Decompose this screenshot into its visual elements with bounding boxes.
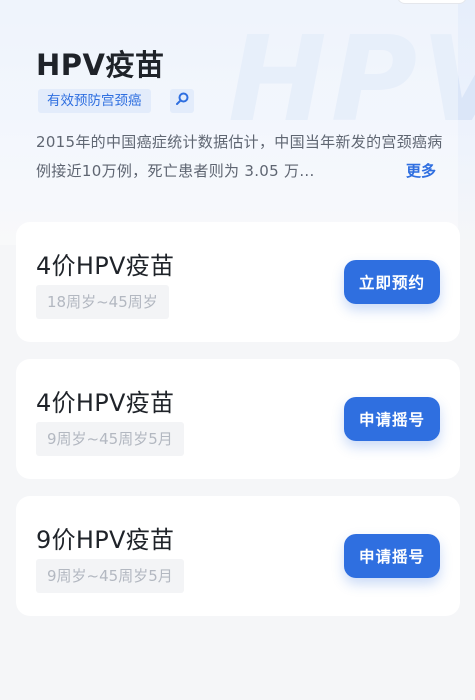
hero-card	[0, 0, 458, 245]
page-title: HPV疫苗	[36, 48, 165, 82]
description-text: 2015年的中国癌症统计数据估计，中国当年新发的宫颈癌病例接近10万例，死亡患者…	[36, 133, 443, 180]
age-range-badge: 9周岁~45周岁5月	[36, 422, 184, 456]
hero-section: HPV	[0, 0, 475, 245]
feature-tag: 有效预防宫颈癌	[38, 89, 151, 113]
vaccine-card: 4价HPV疫苗 18周岁~45周岁 立即预约	[16, 222, 460, 342]
vaccine-card: 9价HPV疫苗 9周岁~45周岁5月 申请摇号	[16, 496, 460, 616]
tag-search-button[interactable]	[170, 89, 194, 113]
age-range-badge: 9周岁~45周岁5月	[36, 559, 184, 593]
vaccine-name: 4价HPV疫苗	[36, 389, 175, 417]
vaccine-name: 4价HPV疫苗	[36, 252, 175, 280]
apply-lottery-button[interactable]: 申请摇号	[344, 534, 440, 578]
vaccine-card: 4价HPV疫苗 9周岁~45周岁5月 申请摇号	[16, 359, 460, 479]
top-pill	[397, 0, 467, 4]
apply-lottery-button[interactable]: 申请摇号	[344, 397, 440, 441]
book-now-button[interactable]: 立即预约	[344, 260, 440, 304]
vaccine-name: 9价HPV疫苗	[36, 526, 175, 554]
age-range-badge: 18周岁~45周岁	[36, 285, 169, 319]
search-icon	[174, 91, 190, 111]
more-link[interactable]: 更多	[406, 157, 436, 186]
